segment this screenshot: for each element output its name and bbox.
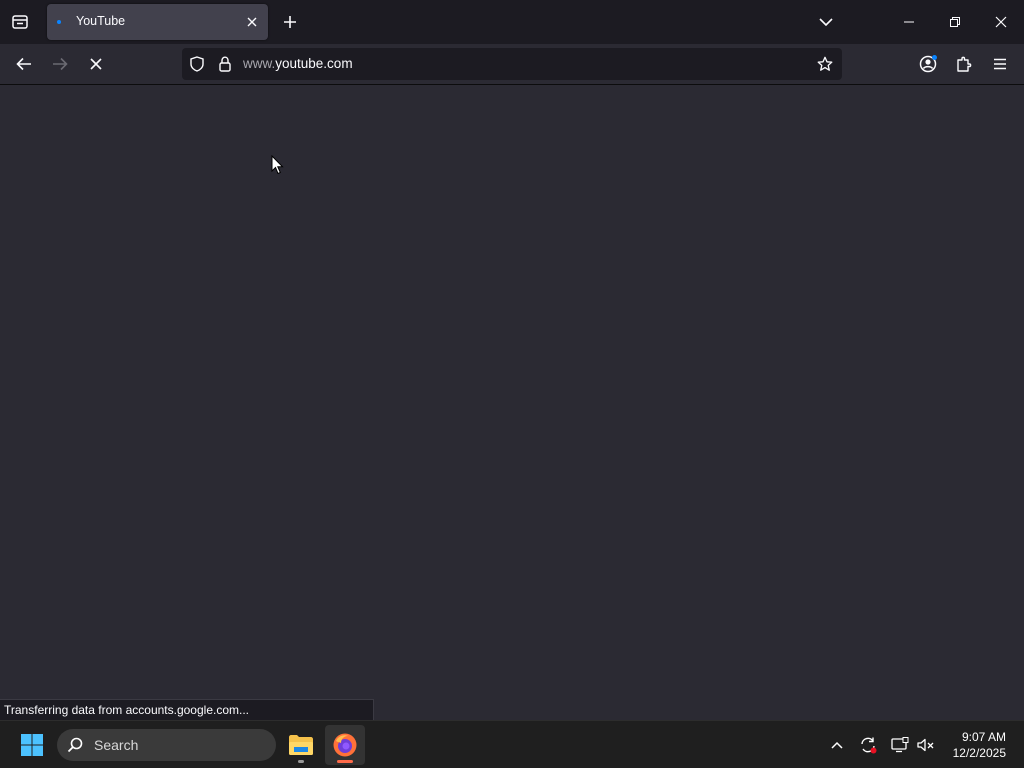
search-icon — [67, 737, 83, 753]
tab-youtube[interactable]: YouTube — [47, 4, 268, 40]
network-status-icon[interactable] — [890, 735, 910, 755]
close-icon — [247, 17, 257, 27]
url-text[interactable]: www.youtube.com — [243, 56, 353, 71]
bookmark-button[interactable] — [817, 56, 833, 72]
address-bar[interactable]: www.youtube.com — [182, 48, 842, 80]
clock-date: 12/2/2025 — [952, 746, 1006, 760]
mouse-cursor-icon — [271, 155, 284, 175]
file-explorer-taskbar-button[interactable] — [281, 725, 321, 765]
system-clock[interactable]: 9:07 AM 12/2/2025 — [940, 729, 1006, 761]
arrow-right-icon — [53, 57, 68, 71]
account-icon — [919, 55, 937, 73]
tracking-protection-icon[interactable] — [189, 56, 205, 72]
firefox-view-button[interactable] — [8, 10, 32, 34]
sync-icon — [861, 737, 877, 754]
new-tab-button[interactable] — [279, 11, 301, 33]
url-domain: youtube.com — [275, 56, 353, 71]
stop-icon — [90, 58, 102, 70]
taskbar-search-box[interactable]: Search — [57, 729, 276, 761]
tab-title: YouTube — [76, 14, 126, 28]
chevron-up-icon — [831, 741, 843, 749]
search-placeholder: Search — [94, 737, 139, 753]
chevron-down-icon — [819, 18, 833, 26]
arrow-left-icon — [16, 57, 31, 71]
windows-logo-icon — [21, 734, 43, 756]
clock-time: 9:07 AM — [961, 730, 1006, 744]
tab-strip: YouTube — [0, 0, 1024, 44]
star-icon — [817, 56, 833, 71]
lock-icon — [219, 56, 231, 72]
back-button[interactable] — [10, 50, 38, 78]
shield-icon — [190, 56, 204, 72]
close-icon — [995, 16, 1007, 28]
extensions-button[interactable] — [950, 50, 978, 78]
minimize-icon — [904, 21, 914, 23]
restore-icon — [950, 17, 960, 27]
forward-button[interactable] — [46, 50, 74, 78]
url-prefix: www. — [243, 56, 276, 71]
account-button[interactable] — [914, 50, 942, 78]
puzzle-icon — [957, 56, 972, 72]
show-hidden-icons-button[interactable] — [827, 735, 847, 755]
close-window-button[interactable] — [978, 0, 1024, 44]
firefox-logo-icon — [333, 733, 357, 757]
speaker-muted-icon — [917, 738, 934, 752]
folder-icon — [289, 735, 313, 755]
navigation-toolbar: www.youtube.com — [0, 44, 1024, 85]
minimize-button[interactable] — [886, 0, 932, 44]
plus-icon — [284, 16, 296, 28]
list-all-tabs-button[interactable] — [814, 10, 838, 34]
firefox-taskbar-button[interactable] — [325, 725, 365, 765]
start-button[interactable] — [20, 733, 44, 757]
running-indicator — [298, 760, 304, 763]
taskbar: Search 9:07 AM 12/2/2025 — [0, 720, 1024, 768]
firefox-view-icon — [12, 15, 28, 29]
restore-button[interactable] — [932, 0, 978, 44]
volume-status-icon[interactable] — [916, 735, 936, 755]
status-panel: Transferring data from accounts.google.c… — [0, 699, 374, 720]
close-tab-button[interactable] — [243, 13, 261, 31]
site-security-icon[interactable] — [217, 56, 233, 72]
monitor-icon — [891, 737, 909, 753]
stop-loading-button[interactable] — [82, 50, 110, 78]
loading-indicator-icon — [57, 20, 61, 24]
sync-status-icon[interactable] — [858, 735, 878, 755]
hamburger-menu-icon — [994, 58, 1006, 70]
menu-button[interactable] — [986, 50, 1014, 78]
active-indicator — [337, 760, 353, 763]
page-content-area — [0, 85, 1024, 720]
